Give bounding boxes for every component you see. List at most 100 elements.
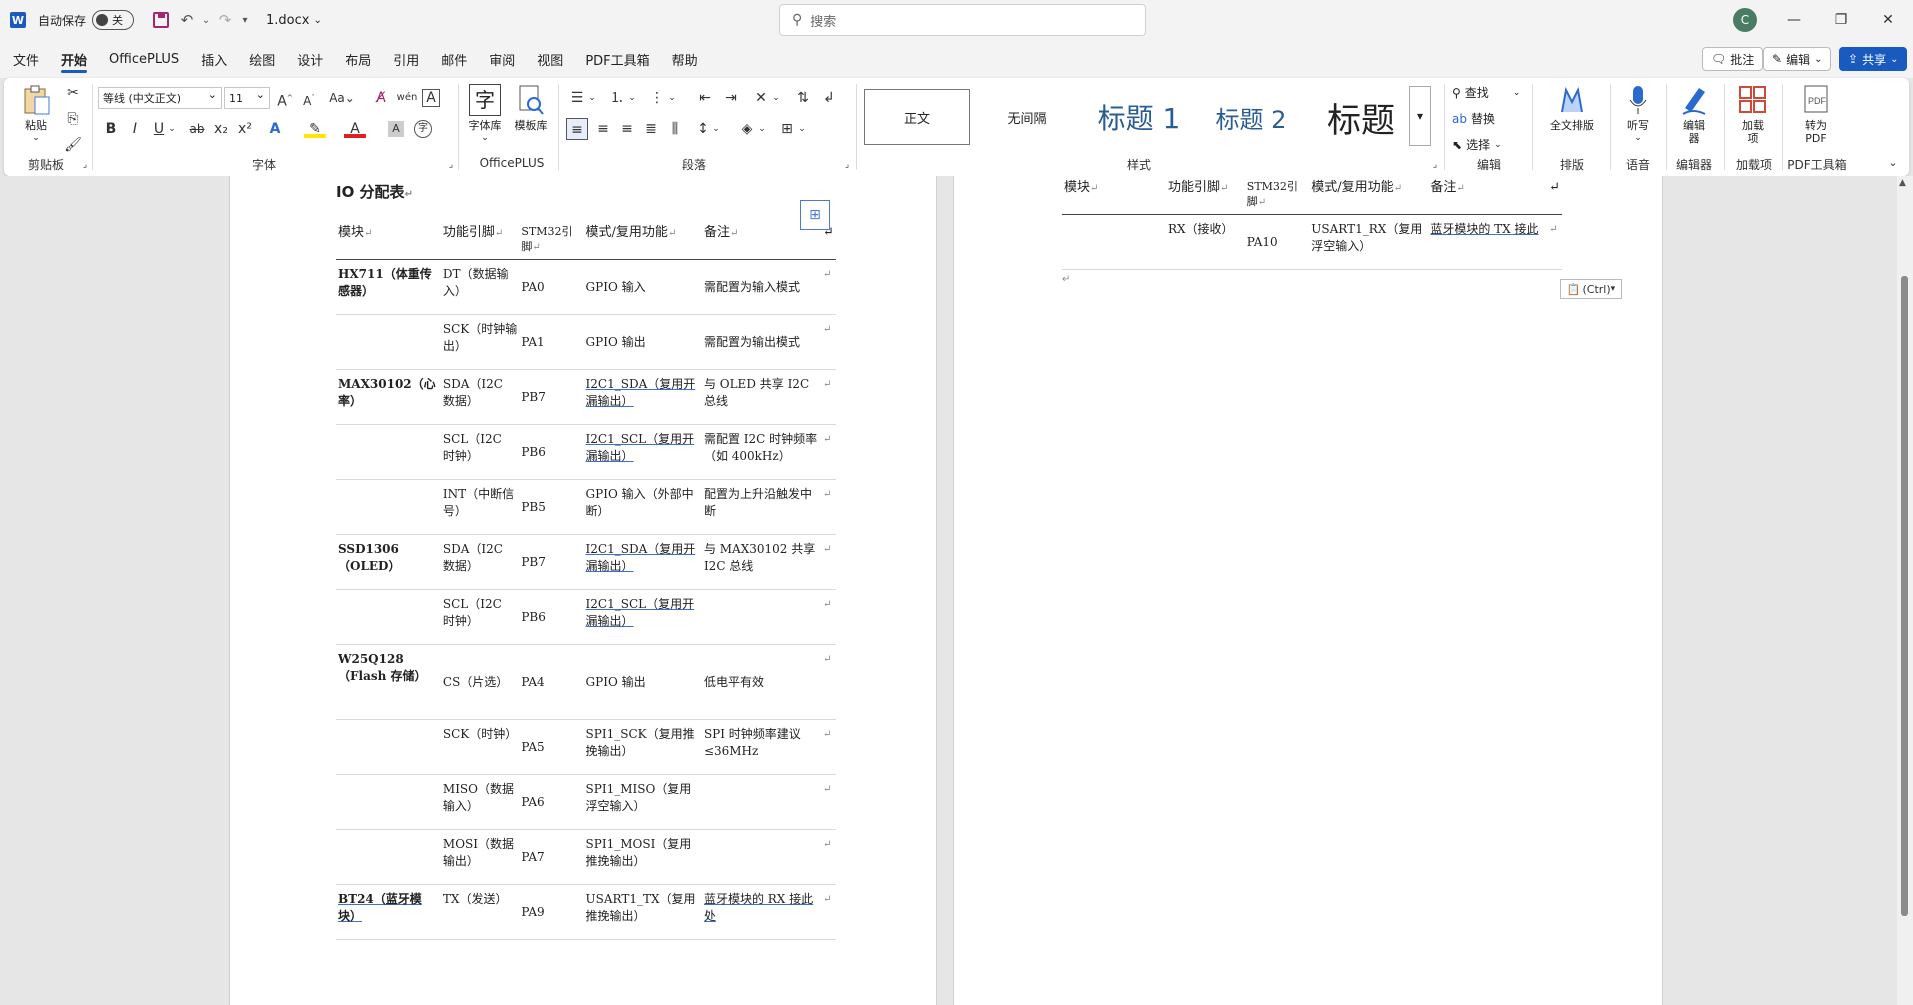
- dictate-button[interactable]: 听写 ⌄: [1616, 84, 1660, 145]
- table-row[interactable]: MAX30102（心率） SDA（I2C 数据） PB7 I2C1_SDA（复用开漏输…: [336, 369, 836, 425]
- template-library-button[interactable]: 模板库: [510, 84, 552, 132]
- font-size-select[interactable]: 11: [224, 87, 270, 109]
- replace-button[interactable]: ab 替换: [1452, 110, 1495, 127]
- chinese-layout-dropdown-icon[interactable]: ⌄: [770, 87, 782, 109]
- tab-layout[interactable]: 布局: [334, 40, 382, 78]
- tab-help[interactable]: 帮助: [661, 40, 709, 78]
- numbering-dropdown-icon[interactable]: ⌄: [626, 87, 638, 109]
- tab-references[interactable]: 引用: [382, 40, 430, 78]
- save-icon[interactable]: [148, 7, 174, 33]
- align-right-icon[interactable]: ≡: [616, 118, 638, 140]
- line-spacing-dropdown-icon[interactable]: ⌄: [710, 118, 722, 140]
- restore-icon[interactable]: ❐: [1818, 0, 1864, 40]
- cut-icon[interactable]: ✂: [62, 82, 84, 104]
- copy-icon[interactable]: ⎘: [62, 108, 84, 130]
- undo-icon[interactable]: ↶: [174, 7, 200, 33]
- full-layout-button[interactable]: 全文排版: [1540, 84, 1604, 132]
- shading-dropdown-icon[interactable]: ⌄: [756, 118, 768, 140]
- style-heading-1[interactable]: 标题 1: [1084, 89, 1194, 145]
- close-icon[interactable]: ✕: [1865, 0, 1911, 40]
- text-effects-icon[interactable]: A: [264, 118, 286, 140]
- table-row[interactable]: RX（接收） PA10 USART1_RX（复用浮空输入） 蓝牙模块的 TX 接此 ↵: [1062, 214, 1562, 270]
- table-row[interactable]: SCL（I2C 时钟） PB6 I2C1_SCL（复用开漏输出） ↵: [336, 589, 836, 645]
- style-normal[interactable]: 正文: [864, 89, 970, 145]
- styles-launcher-icon[interactable]: ⌟: [1424, 154, 1446, 176]
- underline-dropdown-icon[interactable]: ⌄: [166, 118, 178, 140]
- table-row[interactable]: SCK（时钟） PA5 SPI1_SCK（复用推挽输出） SPI 时钟频率建议≤36M…: [336, 719, 836, 775]
- document-filename[interactable]: 1.docx: [266, 13, 309, 28]
- table-row[interactable]: W25Q128（Flash 存储） CS（片选） PA4 GPIO 输出 低电平有效 ↵: [336, 644, 836, 720]
- edit-mode-button[interactable]: ✎ 编辑 ⌄: [1763, 47, 1832, 71]
- bullets-dropdown-icon[interactable]: ⌄: [586, 87, 598, 109]
- change-case-icon[interactable]: Aa⌄: [326, 87, 358, 109]
- distribute-icon[interactable]: ⫼: [664, 118, 686, 140]
- find-button[interactable]: ⚲ 查找 ⌄: [1452, 84, 1520, 101]
- multilevel-list-icon[interactable]: ⋮: [646, 87, 668, 109]
- justify-icon[interactable]: ≣: [640, 118, 662, 140]
- phonetic-guide-icon[interactable]: wén: [396, 87, 418, 109]
- numbering-icon[interactable]: ⒈: [606, 87, 628, 109]
- tab-review[interactable]: 审阅: [478, 40, 526, 78]
- format-painter-icon[interactable]: 🖌: [62, 134, 84, 156]
- tab-view[interactable]: 视图: [526, 40, 574, 78]
- comment-button[interactable]: 🗨 批注: [1702, 47, 1764, 71]
- tab-design[interactable]: 设计: [286, 40, 334, 78]
- strikethrough-icon[interactable]: ab: [186, 118, 208, 140]
- minimize-icon[interactable]: —: [1771, 0, 1817, 40]
- filename-chevron-icon[interactable]: ⌄: [313, 15, 321, 26]
- io-table[interactable]: 模块↵ 功能引脚↵ STM32引脚↵ 模式/复用功能↵ 备注↵ ↵ HX711（…: [336, 210, 836, 940]
- autosave-toggle[interactable]: 关: [92, 10, 135, 30]
- align-center-icon[interactable]: ≡: [592, 118, 614, 140]
- scroll-up-icon[interactable]: ▲: [1899, 178, 1906, 188]
- table-row[interactable]: BT24（蓝牙模块） TX（发送） PA9 USART1_TX（复用推挽输出） 蓝牙模块…: [336, 884, 836, 940]
- borders-icon[interactable]: ⊞: [776, 118, 798, 140]
- font-name-select[interactable]: 等线 (中文正文): [98, 87, 222, 109]
- convert-pdf-button[interactable]: PDF 转为PDF: [1786, 84, 1846, 145]
- paste-options-button[interactable]: 📋 (Ctrl) ▾: [1560, 279, 1622, 299]
- editor-button[interactable]: 编辑器: [1670, 84, 1718, 145]
- scrollbar-thumb[interactable]: [1901, 276, 1908, 916]
- sort-icon[interactable]: ⇅: [792, 87, 814, 109]
- borders-dropdown-icon[interactable]: ⌄: [796, 118, 808, 140]
- style-title[interactable]: 标题: [1308, 89, 1414, 145]
- highlight-icon[interactable]: ✎: [304, 118, 326, 138]
- undo-dropdown-icon[interactable]: ⌄: [200, 7, 212, 33]
- style-heading-2[interactable]: 标题 2: [1198, 89, 1304, 145]
- tab-mailings[interactable]: 邮件: [430, 40, 478, 78]
- share-button[interactable]: ⇪ 共享 ⌄: [1839, 47, 1908, 71]
- addins-button[interactable]: 加载项: [1728, 84, 1778, 145]
- paste-button[interactable]: 粘贴 ⌄: [16, 84, 56, 145]
- styles-more-icon[interactable]: ▾: [1409, 86, 1431, 146]
- style-no-spacing[interactable]: 无间隔: [974, 89, 1080, 145]
- font-library-button[interactable]: 字 字体库 ⌄: [464, 84, 506, 145]
- user-avatar[interactable]: C: [1733, 8, 1757, 32]
- tab-officeplus[interactable]: OfficePLUS: [98, 40, 190, 78]
- char-border-icon[interactable]: A: [422, 89, 440, 107]
- grow-font-icon[interactable]: A^: [274, 87, 296, 110]
- font-color-icon[interactable]: A: [344, 118, 366, 138]
- collapse-ribbon-icon[interactable]: ⌄: [1882, 152, 1904, 174]
- bold-icon[interactable]: B: [100, 118, 122, 140]
- tab-pdf-tools[interactable]: PDF工具箱: [574, 40, 660, 78]
- customize-toolbar-icon[interactable]: ▾: [238, 7, 252, 33]
- clear-format-icon[interactable]: A̸: [370, 87, 392, 109]
- document-title[interactable]: IO 分配表↵: [336, 181, 842, 202]
- table-layout-icon[interactable]: ⊞: [800, 200, 830, 230]
- tab-insert[interactable]: 插入: [190, 40, 238, 78]
- search-box[interactable]: ⚲ 搜索: [779, 4, 1146, 36]
- paragraph-launcher-icon[interactable]: ⌟: [836, 154, 858, 176]
- table-row[interactable]: SCL（I2C 时钟） PB6 I2C1_SCL（复用开漏输出） 需配置 I2C 时钟…: [336, 424, 836, 480]
- italic-icon[interactable]: I: [124, 118, 146, 140]
- table-row[interactable]: HX711（体重传感器） DT（数据输入） PA0 GPIO 输入 需配置为输入模式 ↵: [336, 259, 836, 315]
- tab-home[interactable]: 开始: [50, 40, 98, 78]
- enclose-char-icon[interactable]: 字: [414, 120, 432, 138]
- align-left-icon[interactable]: ≡: [566, 118, 588, 140]
- shading-icon[interactable]: ◈: [736, 118, 758, 140]
- vertical-scrollbar[interactable]: ▲: [1897, 176, 1913, 1005]
- superscript-icon[interactable]: x²: [234, 118, 256, 140]
- redo-icon[interactable]: ↷: [212, 7, 238, 33]
- show-marks-icon[interactable]: ↲: [818, 87, 840, 109]
- table-row[interactable]: SCK（时钟输出） PA1 GPIO 输出 需配置为输出模式 ↵: [336, 314, 836, 370]
- bullets-icon[interactable]: ☰: [566, 87, 588, 109]
- decrease-indent-icon[interactable]: ⇤: [694, 87, 716, 109]
